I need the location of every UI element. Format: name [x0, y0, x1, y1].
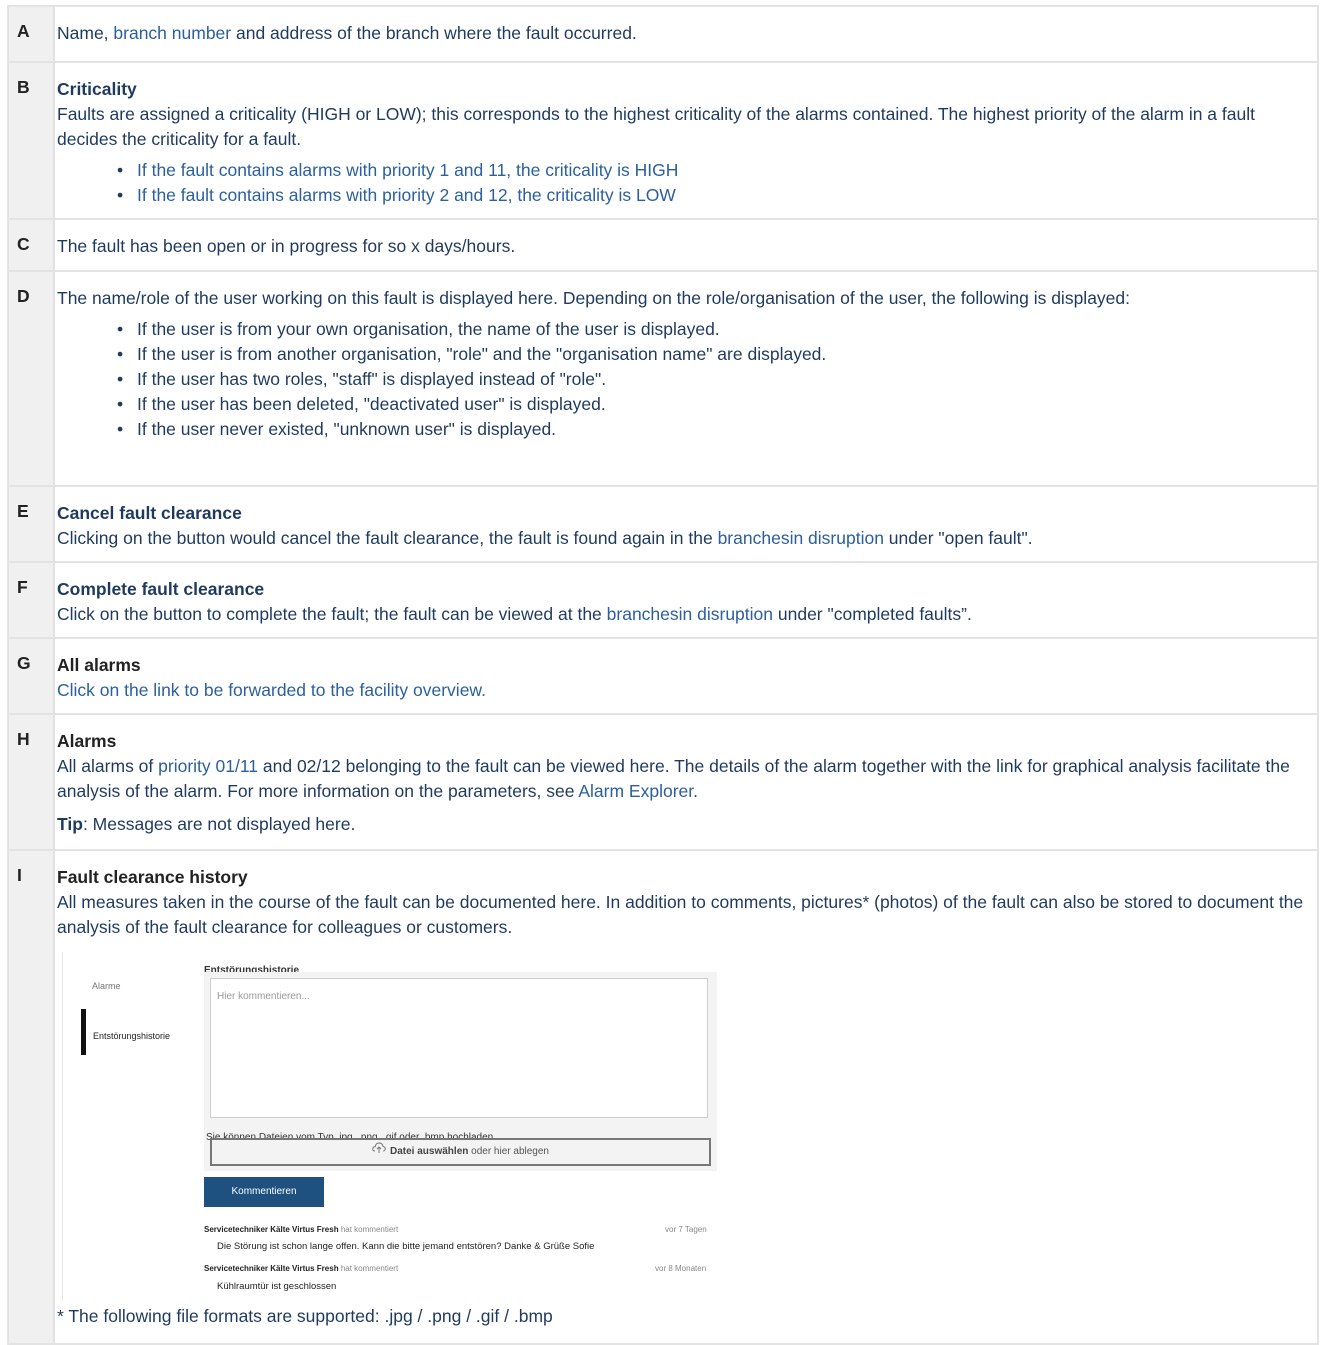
row-key: I [7, 849, 55, 1345]
legend-row-i: I Fault clearance history All measures t… [7, 849, 1319, 1345]
list-item: If the user never existed, "unknown user… [117, 417, 1305, 442]
comment-button[interactable]: Kommentieren [204, 1177, 324, 1207]
comment-author: Servicetechniker Kälte Virtus Fresh [204, 1225, 339, 1234]
row-key: D [7, 270, 55, 487]
row-description: Fault clearance history All measures tak… [53, 849, 1319, 1345]
text-fragment: . [481, 680, 486, 700]
file-drop-zone[interactable]: Datei auswählen oder hier ablegen [210, 1138, 711, 1166]
legend-row-g: G All alarms Click on the link to be for… [7, 637, 1319, 715]
facility-overview-link[interactable]: facility overview [360, 680, 482, 700]
legend-row-e: E Cancel fault clearance Clicking on the… [7, 485, 1319, 563]
row-title: Fault clearance history [57, 867, 248, 887]
row-title: Alarms [57, 731, 117, 751]
comment-time: vor 8 Monaten [655, 1264, 707, 1273]
file-format-footnote: * The following file formats are support… [57, 1306, 553, 1326]
bullet-list: If the user is from your own organisatio… [57, 317, 1305, 442]
nav-item-fault-history[interactable]: Entstörungshistorie [93, 1024, 170, 1049]
legend-row-a: A Name, branch number and address of the… [7, 5, 1319, 63]
text-fragment: Clicking on the button would cancel the … [57, 528, 718, 548]
row-text: All alarms of priority 01/11 and 02/12 b… [57, 754, 1305, 804]
row-key: E [7, 485, 55, 563]
choose-file-label: Datei auswählen [390, 1146, 469, 1157]
comment-author: Servicetechniker Kälte Virtus Fresh [204, 1264, 339, 1273]
list-item: If the user has been deleted, "deactivat… [117, 392, 1305, 417]
text-fragment: priority 01/11 [158, 756, 259, 776]
comment-action: hat kommentiert [338, 1264, 399, 1273]
row-key: G [7, 637, 55, 715]
row-key: A [7, 5, 55, 63]
list-item: If the user is from another organisation… [117, 342, 1305, 367]
text-fragment: under "open fault". [883, 528, 1033, 548]
row-text: The name/role of the user working on thi… [57, 288, 1131, 308]
list-item: If the fault contains alarms with priori… [117, 183, 1305, 208]
text-fragment: under "completed faults”. [773, 604, 972, 624]
text-fragment: Name, [57, 23, 114, 43]
drop-label: oder hier ablegen [468, 1146, 549, 1157]
upload-icon [372, 1140, 386, 1164]
text-fragment: and address of the branch where the faul… [231, 23, 637, 43]
legend-row-c: C The fault has been open or in progress… [7, 218, 1319, 272]
comment-action: hat kommentiert [338, 1225, 399, 1234]
text-fragment: All alarms of [57, 756, 159, 776]
row-key: F [7, 561, 55, 639]
row-description: Alarms All alarms of priority 01/11 and … [53, 713, 1319, 851]
fault-history-screenshot: Alarme Entstörungshistorie Entstörungshi… [57, 952, 737, 1300]
row-text: Faults are assigned a criticality (HIGH … [57, 104, 1255, 149]
list-item: If the user has two roles, "staff" is di… [117, 367, 1305, 392]
branches-disruption-link[interactable]: branchesin disruption [718, 528, 884, 548]
row-description: Cancel fault clearance Clicking on the b… [53, 485, 1319, 563]
row-key: B [7, 61, 55, 220]
text-fragment: Click on the button to complete the faul… [57, 604, 607, 624]
comment-textarea[interactable]: Hier kommentieren... [210, 978, 708, 1118]
row-description: Complete fault clearance Click on the bu… [53, 561, 1319, 639]
row-description: The name/role of the user working on thi… [53, 270, 1319, 487]
legend-row-b: B Criticality Faults are assigned a crit… [7, 61, 1319, 220]
row-title: Complete fault clearance [57, 579, 265, 599]
comment-time: vor 7 Tagen [665, 1225, 707, 1234]
row-text: All measures taken in the course of the … [57, 892, 1304, 937]
divider [62, 952, 63, 1300]
row-key: H [7, 713, 55, 851]
legend-row-f: F Complete fault clearance Click on the … [7, 561, 1319, 639]
comment-text: Kühlraumtür ist geschlossen [217, 1281, 337, 1292]
branch-number-link[interactable]: branch number [113, 23, 231, 43]
legend-row-d: D The name/role of the user working on t… [7, 270, 1319, 487]
list-item: If the user is from your own organisatio… [117, 317, 1305, 342]
row-key: C [7, 218, 55, 272]
active-nav-indicator [81, 1009, 86, 1055]
row-title: Cancel fault clearance [57, 503, 242, 523]
row-description: Criticality Faults are assigned a critic… [53, 61, 1319, 220]
nav-item-alarms[interactable]: Alarme [92, 974, 121, 999]
row-title: Criticality [57, 79, 137, 99]
text-fragment: . [693, 781, 698, 801]
tip-text: : Messages are not displayed here. [82, 814, 356, 834]
row-title: All alarms [57, 655, 141, 675]
text-fragment: Click on the link to be forwarded to the [57, 680, 360, 700]
bullet-list: If the fault contains alarms with priori… [57, 158, 1305, 208]
alarm-explorer-link[interactable]: Alarm Explorer [578, 781, 693, 801]
tip-note: Tip: Messages are not displayed here. [57, 812, 1305, 837]
tip-label: Tip [57, 814, 83, 834]
row-description: All alarms Click on the link to be forwa… [53, 637, 1319, 715]
legend-table: A Name, branch number and address of the… [7, 5, 1319, 1345]
list-item: If the fault contains alarms with priori… [117, 158, 1305, 183]
row-text: The fault has been open or in progress f… [53, 218, 1319, 272]
row-description: Name, branch number and address of the b… [53, 5, 1319, 63]
legend-row-h: H Alarms All alarms of priority 01/11 an… [7, 713, 1319, 851]
branches-disruption-link[interactable]: branchesin disruption [607, 604, 773, 624]
